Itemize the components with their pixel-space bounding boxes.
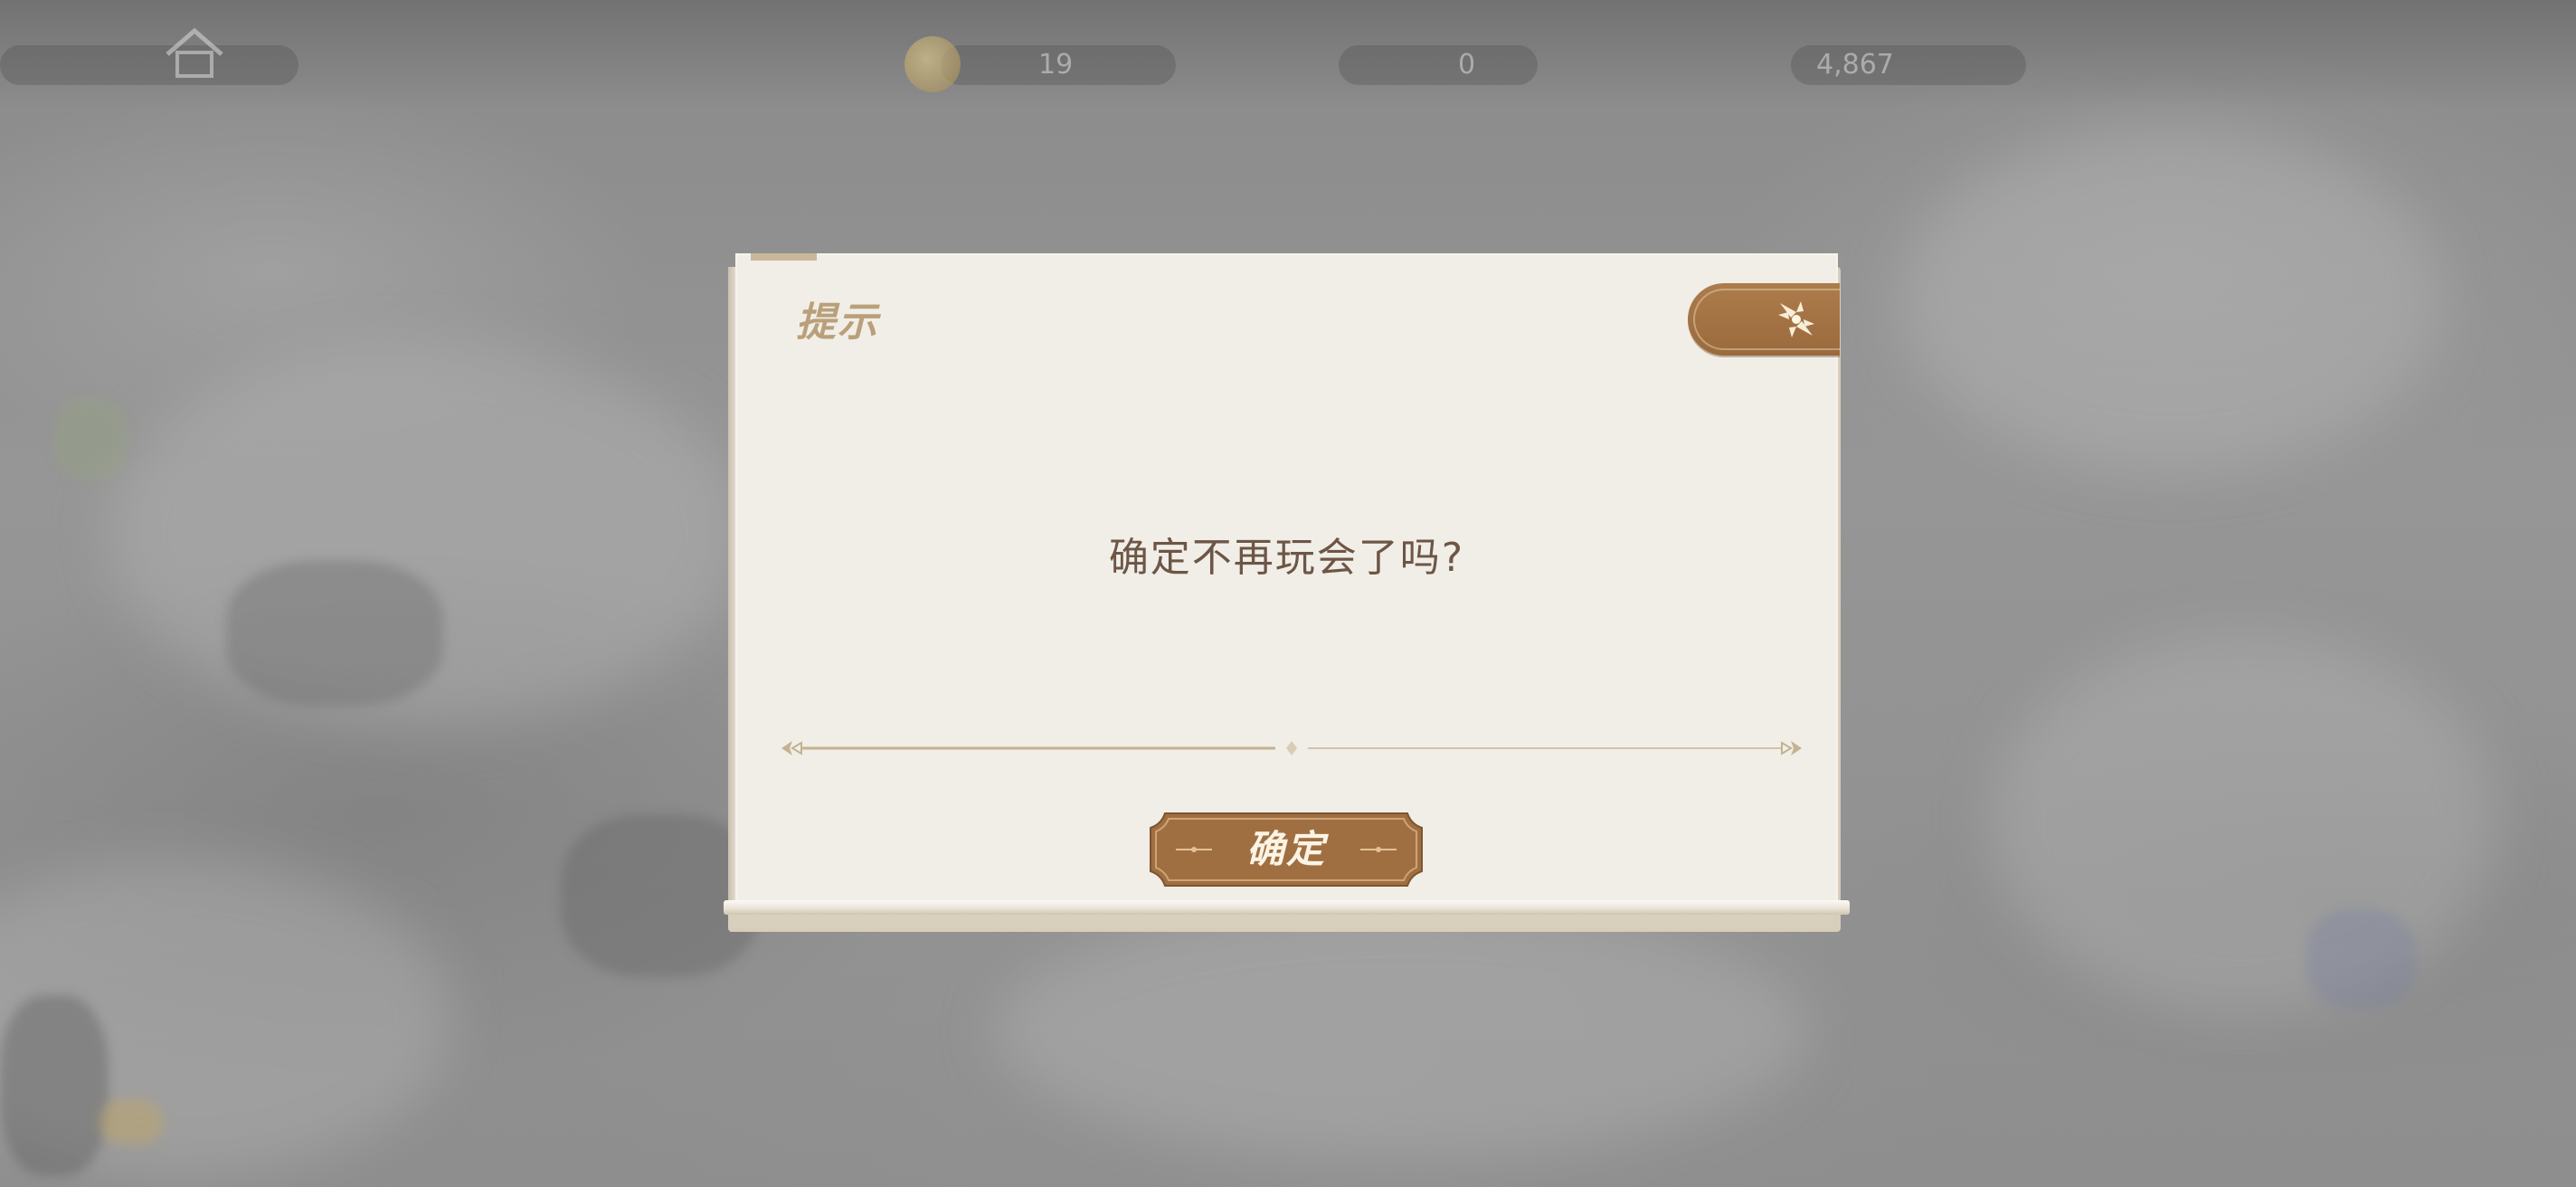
dialog-tab <box>751 253 817 261</box>
dialog-shelf <box>724 900 1850 915</box>
close-icon <box>1778 301 1814 337</box>
hud-value: 4,867 <box>1816 49 1894 81</box>
dialog-message: 确定不再玩会了吗? <box>1108 535 1465 581</box>
dialog-title: 提示 <box>796 299 879 346</box>
hud-bar: 19 0 4,867 <box>0 0 2576 109</box>
coin-icon <box>904 36 961 92</box>
hud-value: 0 <box>1458 49 1476 81</box>
home-icon <box>166 27 223 78</box>
confirm-button-label: 确定 <box>1245 827 1326 871</box>
dialog-base <box>729 915 1833 927</box>
hud-value: 19 <box>1038 49 1074 81</box>
close-button[interactable] <box>1688 283 1840 356</box>
ornamental-divider <box>781 741 1802 755</box>
confirm-button[interactable]: 确定 <box>1149 812 1424 888</box>
